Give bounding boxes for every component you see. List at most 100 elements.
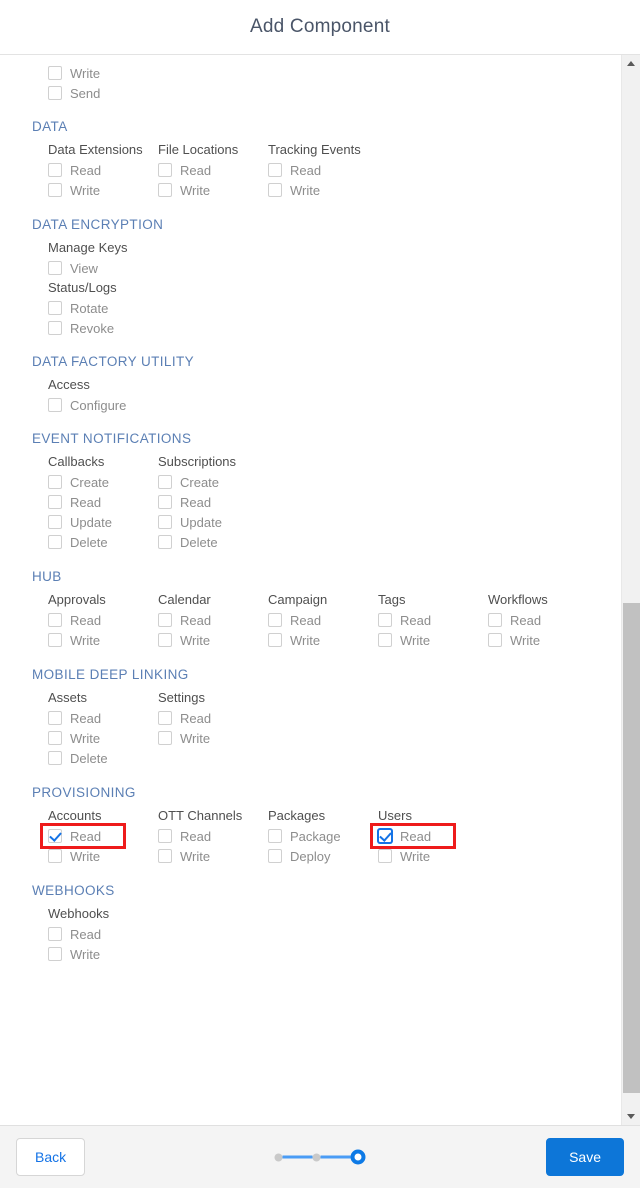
permission-option[interactable]: Package (268, 826, 341, 846)
checkbox-read[interactable] (158, 711, 172, 725)
vertical-scrollbar[interactable] (621, 55, 640, 1125)
permission-option[interactable]: Read (268, 610, 327, 630)
permission-option[interactable]: Read (158, 492, 236, 512)
checkbox-read[interactable] (48, 495, 62, 509)
checkbox-write[interactable] (48, 66, 62, 80)
permission-option[interactable]: Write (48, 180, 143, 200)
step-dot-2[interactable] (312, 1153, 321, 1161)
checkbox-rotate[interactable] (48, 301, 62, 315)
permission-option[interactable]: Read (158, 826, 242, 846)
permission-option[interactable]: Rotate (48, 298, 621, 318)
permission-option[interactable]: Read (378, 826, 431, 846)
checkbox-write[interactable] (48, 849, 62, 863)
permission-option[interactable]: Write (268, 180, 361, 200)
checkbox-delete[interactable] (48, 751, 62, 765)
checkbox-read[interactable] (158, 829, 172, 843)
checkbox-read[interactable] (48, 163, 62, 177)
permission-option[interactable]: Create (158, 472, 236, 492)
scrollbar-thumb[interactable] (623, 603, 640, 1093)
checkbox-delete[interactable] (48, 535, 62, 549)
permission-option[interactable]: Update (158, 512, 236, 532)
permission-option[interactable]: Read (158, 708, 211, 728)
permission-option[interactable]: Write (158, 180, 238, 200)
permission-option[interactable]: Write (268, 630, 327, 650)
permission-option[interactable]: Read (268, 160, 361, 180)
permission-option[interactable]: Read (158, 160, 238, 180)
permission-option[interactable]: Write (158, 728, 211, 748)
checkbox-write[interactable] (378, 633, 392, 647)
checkbox-revoke[interactable] (48, 321, 62, 335)
scroll-down-arrow-icon[interactable] (622, 1108, 640, 1125)
checkbox-write[interactable] (378, 849, 392, 863)
permission-option[interactable]: Delete (48, 748, 108, 768)
permission-option[interactable]: Read (48, 708, 108, 728)
permission-option[interactable]: Delete (158, 532, 236, 552)
checkbox-deploy[interactable] (268, 849, 282, 863)
checkbox-write[interactable] (268, 633, 282, 647)
checkbox-read[interactable] (48, 613, 62, 627)
checkbox-read[interactable] (48, 927, 62, 941)
permission-option[interactable]: Read (48, 826, 101, 846)
permission-option[interactable]: Read (378, 610, 431, 630)
checkbox-write[interactable] (48, 947, 62, 961)
checkbox-update[interactable] (158, 515, 172, 529)
permission-option-label: Read (180, 710, 212, 726)
checkbox-write[interactable] (268, 183, 282, 197)
checkbox-write[interactable] (158, 731, 172, 745)
permission-option[interactable]: Write (48, 944, 621, 964)
permission-option[interactable]: Write (48, 728, 108, 748)
checkbox-configure[interactable] (48, 398, 62, 412)
checkbox-delete[interactable] (158, 535, 172, 549)
permission-option[interactable]: Write (158, 630, 211, 650)
permission-option[interactable]: Write (378, 630, 431, 650)
checkbox-read[interactable] (158, 495, 172, 509)
checkbox-update[interactable] (48, 515, 62, 529)
permission-option[interactable]: Read (158, 610, 211, 630)
checkbox-view[interactable] (48, 261, 62, 275)
checkbox-read[interactable] (268, 163, 282, 177)
permission-option[interactable]: Write (158, 846, 242, 866)
back-button[interactable]: Back (16, 1138, 86, 1176)
permission-option[interactable]: Create (48, 472, 112, 492)
permission-option[interactable]: Configure (48, 395, 621, 415)
checkbox-read[interactable] (378, 613, 392, 627)
permission-option[interactable]: Send (48, 83, 621, 103)
permission-option[interactable]: View (48, 258, 621, 278)
permission-option[interactable]: Delete (48, 532, 112, 552)
checkbox-read[interactable] (48, 829, 62, 843)
checkbox-write[interactable] (488, 633, 502, 647)
permission-option[interactable]: Write (48, 630, 106, 650)
permission-option[interactable]: Read (48, 492, 112, 512)
checkbox-read[interactable] (268, 613, 282, 627)
permission-option[interactable]: Write (488, 630, 548, 650)
permission-option[interactable]: Read (488, 610, 548, 630)
permission-option[interactable]: Read (48, 610, 106, 630)
step-dot-1[interactable] (274, 1153, 283, 1161)
checkbox-send[interactable] (48, 86, 62, 100)
checkbox-write[interactable] (158, 633, 172, 647)
checkbox-read[interactable] (158, 613, 172, 627)
checkbox-write[interactable] (48, 731, 62, 745)
checkbox-write[interactable] (158, 183, 172, 197)
checkbox-create[interactable] (48, 475, 62, 489)
permission-option[interactable]: Write (378, 846, 431, 866)
checkbox-read[interactable] (158, 163, 172, 177)
save-button[interactable]: Save (546, 1138, 624, 1176)
permission-option[interactable]: Read (48, 924, 621, 944)
checkbox-create[interactable] (158, 475, 172, 489)
permission-option[interactable]: Update (48, 512, 112, 532)
permission-option[interactable]: Write (48, 63, 621, 83)
scroll-up-arrow-icon[interactable] (622, 55, 640, 72)
checkbox-package[interactable] (268, 829, 282, 843)
checkbox-read[interactable] (378, 829, 392, 843)
permission-option[interactable]: Revoke (48, 318, 621, 338)
checkbox-read[interactable] (488, 613, 502, 627)
step-dot-3[interactable] (350, 1149, 366, 1165)
checkbox-write[interactable] (48, 183, 62, 197)
permission-option[interactable]: Write (48, 846, 101, 866)
checkbox-write[interactable] (48, 633, 62, 647)
checkbox-write[interactable] (158, 849, 172, 863)
permission-option[interactable]: Read (48, 160, 143, 180)
checkbox-read[interactable] (48, 711, 62, 725)
permission-option[interactable]: Deploy (268, 846, 341, 866)
